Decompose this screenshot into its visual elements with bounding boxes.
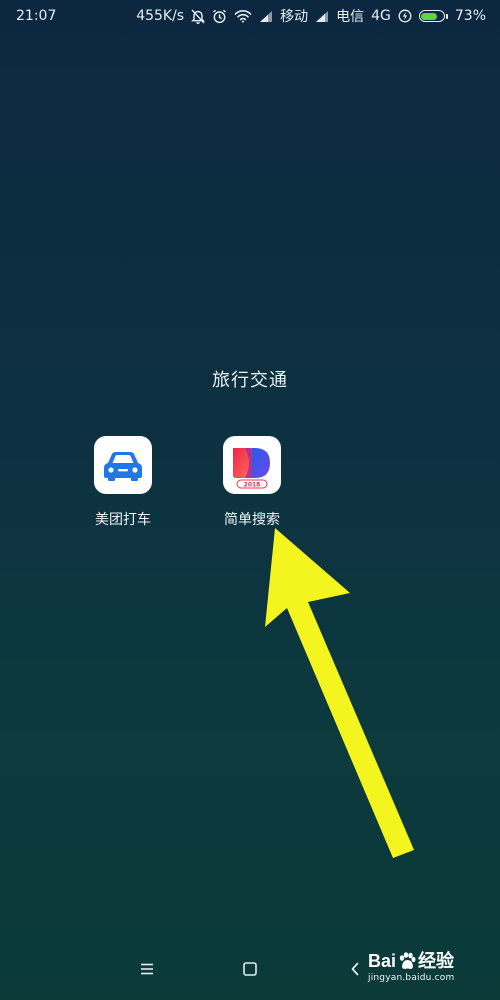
signal-icon [259,10,273,23]
home-icon [243,962,257,976]
battery-percent: 73% [454,8,486,24]
mute-bell-icon [191,9,205,24]
carrier-1: 移动 [280,9,309,25]
baidu-jingyan-watermark: Bai 经验 jingyan.baidu.com [368,950,488,994]
app-icon-tile[interactable]: 2018 [223,436,281,494]
home-button[interactable] [235,954,265,984]
status-bar: 21:07 455K/s 移动 电信 4G 73% [0,0,500,32]
menu-icon [141,963,153,975]
carrier-2: 电信 [336,9,365,25]
simple-search-logo-icon: 2018 [233,448,270,489]
alarm-clock-icon [212,9,227,24]
signal-icon [315,10,329,23]
watermark-logo-prefix: Bai [368,951,397,971]
menu-button[interactable] [132,954,162,984]
back-icon [351,962,359,976]
battery-icon [418,10,448,22]
network-type: 4G [371,8,391,24]
charging-icon [398,9,412,23]
app-icon-tile[interactable] [94,436,152,494]
folder-title: 旅行交通 [212,370,288,391]
back-button[interactable] [340,954,370,984]
paw-icon [399,952,416,969]
wifi-icon [234,9,252,23]
app-label: 简单搜索 [224,512,280,528]
watermark-logo-suffix: 经验 [418,951,455,971]
app-badge-year: 2018 [244,482,261,489]
app-label: 美团打车 [95,512,151,528]
app-simple-search[interactable]: 2018 简单搜索 [202,436,302,529]
car-icon [104,452,142,481]
status-time: 21:07 [16,8,57,24]
app-meituan-taxi[interactable]: 美团打车 [73,436,173,529]
network-speed: 455K/s [136,8,185,24]
watermark-url: jingyan.baidu.com [368,973,455,983]
